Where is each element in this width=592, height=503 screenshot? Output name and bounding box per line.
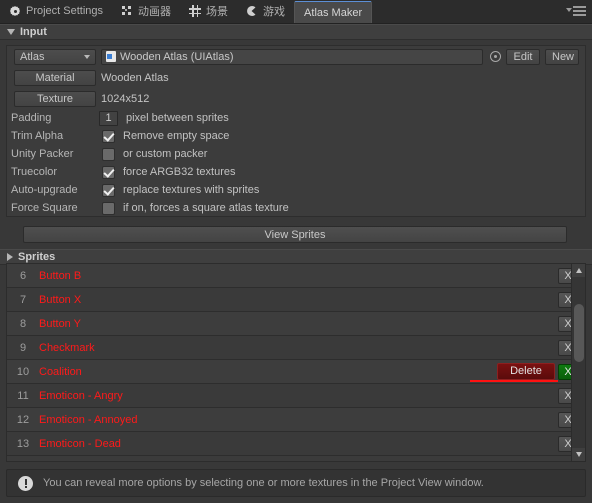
sprite-name: Coalition <box>39 365 82 378</box>
sprite-index: 7 <box>19 293 27 306</box>
auto-upgrade-label: Auto-upgrade <box>11 184 78 196</box>
table-row[interactable]: 11 Emoticon - Angry X <box>7 384 585 408</box>
trim-alpha-description: Remove empty space <box>123 130 230 142</box>
sprite-name: Button B <box>39 269 82 282</box>
object-picker-icon[interactable] <box>489 50 502 63</box>
table-row[interactable]: 13 Emoticon - Dead X <box>7 432 585 456</box>
info-icon <box>18 475 33 491</box>
selection-underline <box>470 380 558 382</box>
auto-upgrade-checkbox[interactable] <box>102 183 115 197</box>
sprite-name: Emoticon - Annoyed <box>39 413 138 426</box>
atlas-row: Atlas Wooden Atlas (UIAtlas) Edit New <box>7 46 585 67</box>
atlas-maker-window: Project Settings 动画器 场景 游戏 Atlas Maker I… <box>0 0 592 503</box>
trim-alpha-row: Trim Alpha Remove empty space <box>7 127 585 145</box>
tab-label: 动画器 <box>138 6 172 18</box>
truecolor-checkbox[interactable] <box>102 165 115 179</box>
atlas-type-dropdown[interactable]: Atlas <box>14 48 96 65</box>
table-row[interactable]: 7 Button X X <box>7 288 585 312</box>
chevron-down-icon <box>566 8 572 12</box>
tab-animator[interactable]: 动画器 <box>112 0 180 22</box>
tab-game[interactable]: 游戏 <box>237 0 294 22</box>
chevron-down-icon <box>7 29 15 35</box>
sprite-name: Emoticon - Dead <box>39 437 121 450</box>
sprite-index: 10 <box>16 365 30 378</box>
table-row[interactable]: 12 Emoticon - Annoyed X <box>7 408 585 432</box>
new-button[interactable]: New <box>545 48 579 65</box>
menu-bars <box>573 6 586 18</box>
force-square-label: Force Square <box>11 202 78 214</box>
scrollbar-thumb[interactable] <box>573 304 584 362</box>
tab-label: Atlas Maker <box>304 6 363 19</box>
gear-icon <box>9 5 21 17</box>
atlas-object-field[interactable]: Wooden Atlas (UIAtlas) <box>101 48 483 65</box>
texture-button[interactable]: Texture <box>14 90 96 107</box>
tab-label: 场景 <box>206 6 229 18</box>
sprite-name: Emoticon - Angry <box>39 389 123 402</box>
view-sprites-button[interactable]: View Sprites <box>23 226 567 243</box>
truecolor-row: Truecolor force ARGB32 textures <box>7 163 585 181</box>
unity-asset-icon <box>106 51 116 62</box>
table-row[interactable]: 6 Button B X <box>7 264 585 288</box>
input-panel: Atlas Wooden Atlas (UIAtlas) Edit New Ma… <box>6 45 586 217</box>
chevron-down-icon <box>84 54 90 59</box>
material-value: Wooden Atlas <box>101 71 169 84</box>
tab-label: 游戏 <box>263 6 286 18</box>
trim-alpha-label: Trim Alpha <box>11 130 64 142</box>
sprite-name: Button X <box>39 293 82 306</box>
sprite-index: 11 <box>17 389 29 402</box>
texture-value: 1024x512 <box>101 92 150 105</box>
sprite-index: 12 <box>16 413 30 426</box>
atlas-dropdown-label: Atlas <box>20 50 45 63</box>
sprite-name: Checkmark <box>39 341 95 354</box>
sprites-list: 6 Button B X 7 Button X X 8 Button Y X 9… <box>6 263 586 462</box>
sprite-name: Button Y <box>39 317 81 330</box>
sprites-scrollbar[interactable] <box>571 263 586 462</box>
padding-description: pixel between sprites <box>126 112 229 124</box>
padding-label: Padding <box>11 112 52 124</box>
sprite-index: 6 <box>19 269 27 282</box>
unity-packer-checkbox[interactable] <box>102 147 115 161</box>
scene-grid-icon <box>189 5 202 17</box>
truecolor-label: Truecolor <box>11 166 58 178</box>
help-text: You can reveal more options by selecting… <box>43 477 484 489</box>
animator-icon <box>121 5 133 17</box>
force-square-checkbox[interactable] <box>102 201 115 215</box>
truecolor-description: force ARGB32 textures <box>123 166 236 178</box>
material-row: Material Wooden Atlas <box>7 67 585 88</box>
unity-packer-row: Unity Packer or custom packer <box>7 145 585 163</box>
padding-row: Padding 1 pixel between sprites <box>7 109 585 127</box>
unity-packer-label: Unity Packer <box>11 148 74 160</box>
auto-upgrade-description: replace textures with sprites <box>123 184 260 196</box>
padding-input[interactable]: 1 <box>99 110 118 126</box>
sprites-section-title: Sprites <box>18 251 56 263</box>
delete-button[interactable]: Delete <box>497 363 555 380</box>
tab-project-settings[interactable]: Project Settings <box>0 0 112 22</box>
sprite-index: 13 <box>16 437 30 450</box>
help-box: You can reveal more options by selecting… <box>6 469 586 497</box>
table-row[interactable]: 8 Button Y X <box>7 312 585 336</box>
tab-label: Project Settings <box>26 5 104 17</box>
input-foldout-header[interactable]: Input <box>0 24 592 40</box>
scroll-up-arrow-icon[interactable] <box>572 264 585 277</box>
table-row[interactable]: 9 Checkmark X <box>7 336 585 360</box>
input-section-title: Input <box>20 26 47 38</box>
chevron-right-icon <box>7 253 13 261</box>
force-square-row: Force Square if on, forces a square atla… <box>7 199 585 217</box>
editor-tab-bar: Project Settings 动画器 场景 游戏 Atlas Maker <box>0 0 592 24</box>
sprite-index: 9 <box>19 341 27 354</box>
game-icon <box>246 5 258 17</box>
tab-scene[interactable]: 场景 <box>180 0 237 22</box>
trim-alpha-checkbox[interactable] <box>102 129 115 143</box>
atlas-object-value: Wooden Atlas (UIAtlas) <box>120 50 234 63</box>
auto-upgrade-row: Auto-upgrade replace textures with sprit… <box>7 181 585 199</box>
material-button[interactable]: Material <box>14 69 96 86</box>
edit-button[interactable]: Edit <box>506 48 540 65</box>
force-square-description: if on, forces a square atlas texture <box>123 202 289 214</box>
texture-row: Texture 1024x512 <box>7 88 585 109</box>
unity-packer-description: or custom packer <box>123 148 208 160</box>
hamburger-menu-icon[interactable] <box>566 5 586 18</box>
tab-atlas-maker[interactable]: Atlas Maker <box>294 1 373 23</box>
scroll-down-arrow-icon[interactable] <box>572 448 585 461</box>
sprite-index: 8 <box>19 317 27 330</box>
